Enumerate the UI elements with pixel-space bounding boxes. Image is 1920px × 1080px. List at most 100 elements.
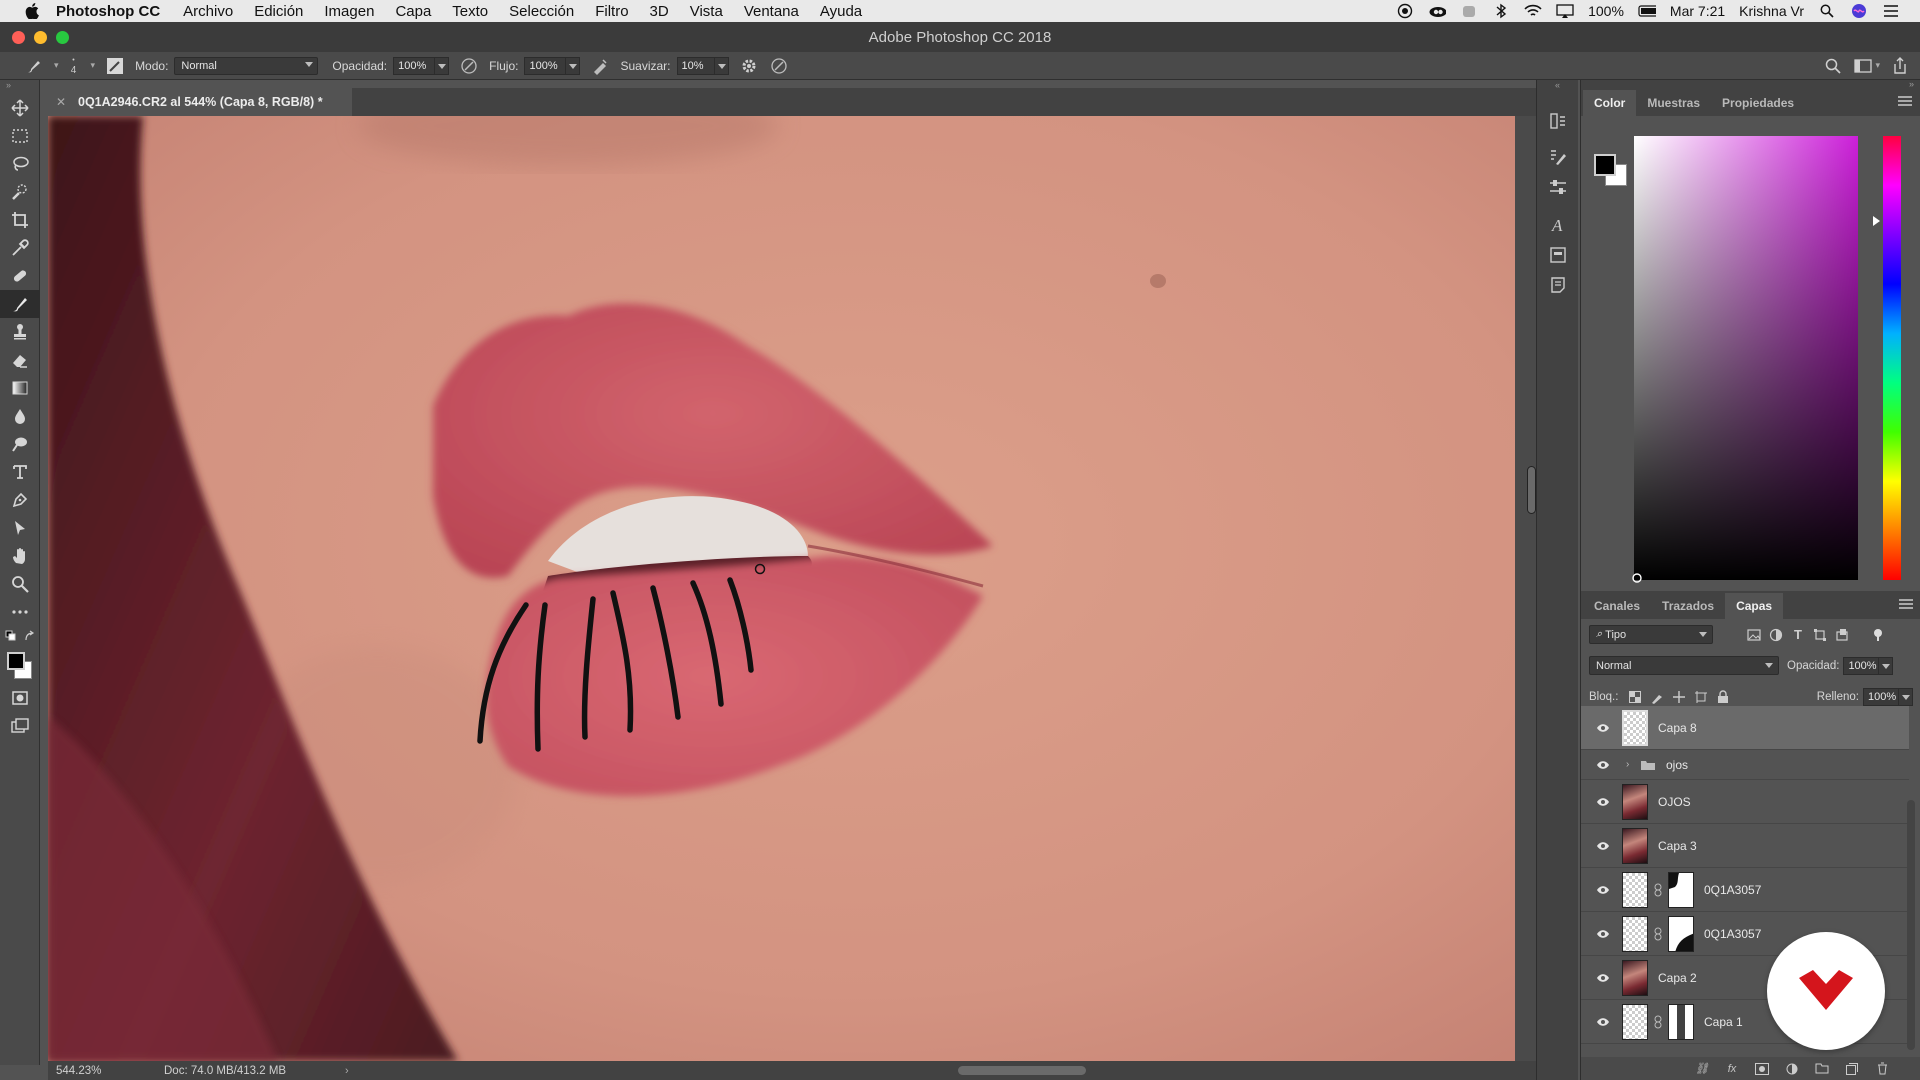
layer-opacity-input[interactable]: 100% bbox=[1843, 656, 1880, 675]
notification-center-icon[interactable] bbox=[1882, 3, 1900, 19]
menu-capa[interactable]: Capa bbox=[395, 3, 431, 20]
filter-adjustment-icon[interactable] bbox=[1765, 626, 1787, 644]
visibility-eye-icon[interactable] bbox=[1590, 971, 1616, 985]
filter-smart-object-icon[interactable] bbox=[1831, 626, 1853, 644]
brush-picker-dropdown[interactable]: ▾ bbox=[91, 60, 96, 71]
menu-vista[interactable]: Vista bbox=[690, 3, 723, 20]
tab-canales[interactable]: Canales bbox=[1583, 593, 1651, 619]
history-panel-icon[interactable] bbox=[1537, 106, 1579, 136]
filter-pixel-icon[interactable] bbox=[1743, 626, 1765, 644]
spotlight-search-icon[interactable] bbox=[1818, 3, 1836, 19]
visibility-eye-icon[interactable] bbox=[1590, 721, 1616, 735]
filter-type-icon[interactable]: T bbox=[1787, 626, 1809, 644]
default-colors-icon[interactable] bbox=[5, 630, 35, 644]
layer-mask-thumbnail[interactable] bbox=[1668, 915, 1694, 952]
layer-style-fx-icon[interactable]: fx bbox=[1723, 1062, 1741, 1076]
dock-collapse-icon[interactable]: « bbox=[1537, 80, 1578, 96]
visibility-eye-icon[interactable] bbox=[1590, 1015, 1616, 1029]
layer-filter-select[interactable]: ⌕ Tipo bbox=[1589, 625, 1713, 644]
layer-row-capa-3[interactable]: Capa 3 bbox=[1581, 824, 1909, 868]
mask-link-chain-icon[interactable] bbox=[1650, 926, 1666, 942]
tab-trazados[interactable]: Trazados bbox=[1651, 593, 1725, 619]
pressure-opacity-icon[interactable] bbox=[459, 56, 479, 76]
lock-artboard-icon[interactable] bbox=[1690, 688, 1712, 706]
tab-color[interactable]: Color bbox=[1583, 90, 1637, 116]
apple-menu-icon[interactable] bbox=[22, 1, 42, 21]
menu-photoshop[interactable]: Photoshop CC bbox=[56, 3, 160, 20]
user-name[interactable]: Krishna Vr bbox=[1739, 3, 1804, 19]
quick-select-tool-icon[interactable] bbox=[0, 178, 40, 206]
eraser-tool-icon[interactable] bbox=[0, 346, 40, 374]
clock[interactable]: Mar 7:21 bbox=[1670, 3, 1725, 19]
move-tool-icon[interactable] bbox=[0, 94, 40, 122]
battery-icon[interactable] bbox=[1638, 3, 1656, 19]
add-mask-icon[interactable] bbox=[1753, 1062, 1771, 1076]
lock-position-icon[interactable] bbox=[1668, 688, 1690, 706]
screen-mode-icon[interactable] bbox=[0, 712, 40, 740]
menu-edicion[interactable]: Edición bbox=[254, 3, 303, 20]
workspace-switcher-icon[interactable] bbox=[1853, 56, 1873, 76]
creative-cloud-icon[interactable] bbox=[1428, 3, 1447, 19]
visibility-eye-icon[interactable] bbox=[1590, 839, 1616, 853]
wifi-icon[interactable] bbox=[1524, 3, 1542, 19]
blur-tool-icon[interactable] bbox=[0, 402, 40, 430]
menu-ventana[interactable]: Ventana bbox=[744, 3, 799, 20]
layer-mask-thumbnail[interactable] bbox=[1668, 871, 1694, 908]
tab-propiedades[interactable]: Propiedades bbox=[1711, 90, 1805, 116]
crop-tool-icon[interactable] bbox=[0, 206, 40, 234]
smooth-input[interactable]: 10% bbox=[676, 56, 715, 75]
brush-panel-icon[interactable] bbox=[1537, 142, 1579, 172]
tools-collapse-icon[interactable]: » bbox=[0, 80, 39, 94]
notes-panel-icon[interactable] bbox=[1537, 270, 1579, 300]
new-adjustment-layer-icon[interactable] bbox=[1783, 1062, 1801, 1076]
flow-dropdown[interactable] bbox=[566, 56, 581, 75]
document-tab[interactable]: ✕ 0Q1A2946.CR2 al 544% (Capa 8, RGB/8) * bbox=[48, 88, 352, 116]
libraries-panel-icon[interactable] bbox=[1537, 240, 1579, 270]
tab-capas[interactable]: Capas bbox=[1725, 593, 1784, 619]
menu-filtro[interactable]: Filtro bbox=[595, 3, 628, 20]
smooth-dropdown[interactable] bbox=[714, 56, 729, 75]
flow-input[interactable]: 100% bbox=[524, 56, 567, 75]
layer-mask-thumbnail[interactable] bbox=[1668, 1003, 1694, 1040]
brush-tool-icon[interactable] bbox=[0, 290, 40, 318]
layer-row-0q1a3057-a[interactable]: 0Q1A3057 bbox=[1581, 868, 1909, 912]
menu-3d[interactable]: 3D bbox=[650, 3, 669, 20]
layers-scrollbar[interactable] bbox=[1907, 800, 1915, 1050]
menu-texto[interactable]: Texto bbox=[452, 3, 488, 20]
layer-row-ojos-group[interactable]: › ojos bbox=[1581, 750, 1909, 780]
panel-foreground-swatch[interactable] bbox=[1594, 154, 1616, 176]
share-icon[interactable] bbox=[1890, 56, 1910, 76]
visibility-eye-icon[interactable] bbox=[1590, 883, 1616, 897]
visibility-eye-icon[interactable] bbox=[1590, 758, 1616, 772]
tab-muestras[interactable]: Muestras bbox=[1636, 90, 1711, 116]
canvas-vertical-scrollbar[interactable] bbox=[1515, 116, 1536, 1061]
search-icon[interactable] bbox=[1823, 56, 1843, 76]
adjustments-panel-icon[interactable] bbox=[1537, 172, 1579, 202]
color-panel-menu-icon[interactable] bbox=[1898, 96, 1912, 106]
canvas-image[interactable] bbox=[48, 116, 1515, 1061]
fill-input[interactable]: 100% bbox=[1863, 687, 1899, 706]
delete-layer-trash-icon[interactable] bbox=[1873, 1062, 1891, 1076]
zoom-tool-icon[interactable] bbox=[0, 570, 40, 598]
new-layer-icon[interactable] bbox=[1843, 1062, 1861, 1076]
hue-slider-marker[interactable] bbox=[1873, 216, 1880, 226]
window-close-button[interactable] bbox=[12, 30, 25, 44]
foreground-color-swatch[interactable] bbox=[7, 652, 25, 670]
window-zoom-button[interactable] bbox=[56, 30, 69, 44]
gradient-tool-icon[interactable] bbox=[0, 374, 40, 402]
lasso-tool-icon[interactable] bbox=[0, 150, 40, 178]
visibility-eye-icon[interactable] bbox=[1590, 927, 1616, 941]
color-swatches[interactable] bbox=[0, 648, 39, 684]
healing-brush-tool-icon[interactable] bbox=[0, 262, 40, 290]
quick-mask-icon[interactable] bbox=[0, 684, 40, 712]
clone-stamp-tool-icon[interactable] bbox=[0, 318, 40, 346]
smoothing-options-gear-icon[interactable] bbox=[739, 56, 759, 76]
filter-shape-icon[interactable] bbox=[1809, 626, 1831, 644]
opacity-dropdown[interactable] bbox=[435, 56, 450, 75]
lock-image-pixels-icon[interactable] bbox=[1646, 688, 1668, 706]
status-info-chevron-icon[interactable]: › bbox=[345, 1065, 349, 1077]
right-panel-collapse-icon[interactable]: » bbox=[1581, 80, 1920, 89]
mode-select[interactable]: Normal bbox=[174, 56, 319, 75]
hue-slider[interactable] bbox=[1883, 136, 1901, 580]
type-tool-icon[interactable] bbox=[0, 458, 40, 486]
